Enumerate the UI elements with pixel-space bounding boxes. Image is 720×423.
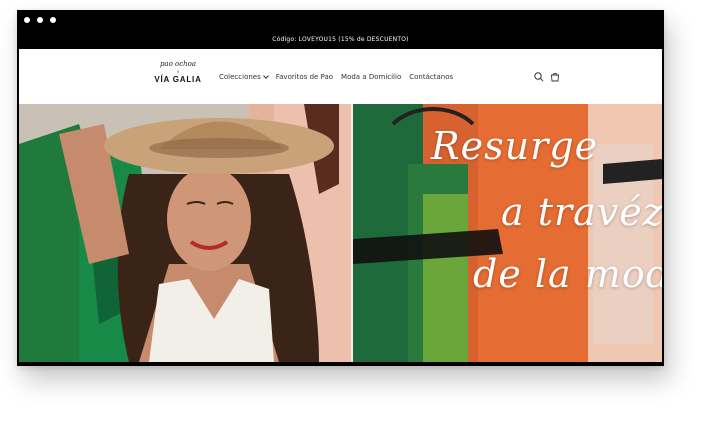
cart-button[interactable] [548,69,562,83]
chevron-down-icon [262,72,269,79]
nav-item-label: Colecciones [219,72,261,81]
browser-window: Código: LOVEYOU15 (15% de DESCUENTO) pao… [17,10,664,366]
site-header: pao ochoa × VÍA GALIA Colecciones Favori… [19,49,662,104]
window-dot-close[interactable] [24,17,30,23]
main-nav: Colecciones Favoritos de Pao Moda a Domi… [219,49,453,104]
announcement-text: Código: LOVEYOU15 (15% de DESCUENTO) [272,36,409,43]
logo-brand-text: VÍA GALIA [154,75,202,84]
nav-item-label: Moda a Domicilio [341,72,402,81]
nav-item-moda-a-domicilio[interactable]: Moda a Domicilio [341,73,401,81]
brand-logo[interactable]: pao ochoa × VÍA GALIA [152,60,204,94]
hero-image-clothes: Resurge a travéz de la moda [353,104,662,362]
nav-item-label: Contáctanos [409,72,454,81]
hero-photo-woman [19,104,351,362]
window-dot-maximize[interactable] [50,17,56,23]
hero-image-model [19,104,351,362]
hero-line-3: de la moda [473,252,662,296]
nav-item-contactanos[interactable]: Contáctanos [409,73,453,81]
logo-script-text: pao ochoa [159,60,197,68]
hero-headline: Resurge a travéz de la moda [353,104,662,362]
search-button[interactable] [532,69,546,83]
nav-item-colecciones[interactable]: Colecciones [219,72,269,81]
nav-item-label: Favoritos de Pao [275,72,334,81]
hero-line-2: a travéz [501,190,662,234]
cart-icon [551,72,559,82]
hero-line-1: Resurge [431,124,599,168]
page: Código: LOVEYOU15 (15% de DESCUENTO) pao… [0,0,720,423]
announcement-bar: Código: LOVEYOU15 (15% de DESCUENTO) [17,30,664,49]
window-dot-minimize[interactable] [37,17,43,23]
hero-banner[interactable]: Resurge a travéz de la moda [19,104,662,362]
search-icon [534,72,544,82]
window-titlebar [17,10,664,30]
nav-item-favoritos[interactable]: Favoritos de Pao [276,73,333,81]
